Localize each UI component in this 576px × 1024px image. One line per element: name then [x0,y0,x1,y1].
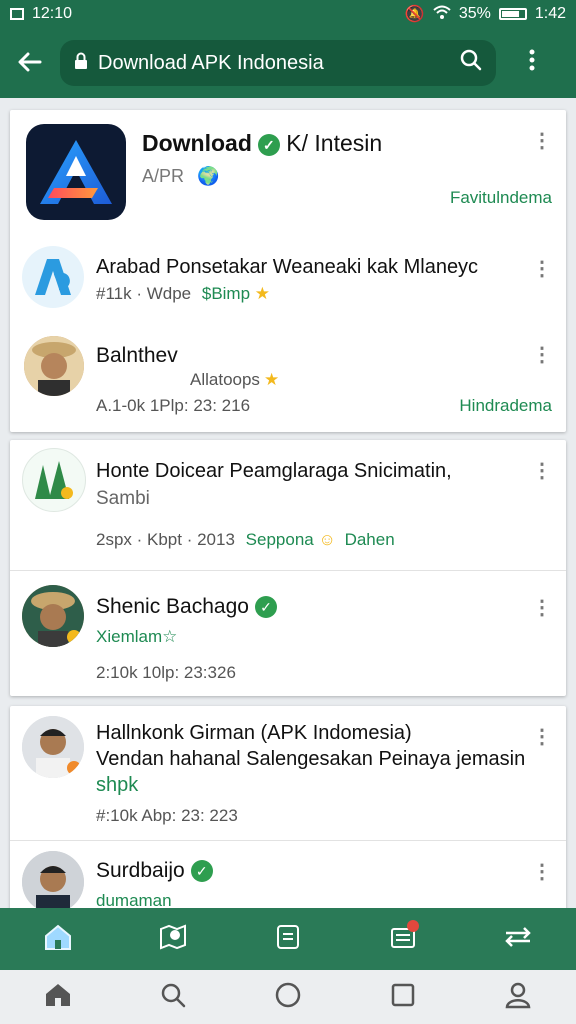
star-icon: ☆ [162,627,178,646]
system-navigation [0,970,576,1024]
app-logo [26,124,126,220]
overflow-menu-icon[interactable] [496,49,568,78]
more-options-icon[interactable]: ⋮ [532,859,554,884]
smile-icon: ☺ [318,530,336,549]
item-avatar [22,246,84,308]
nav-explore[interactable] [143,916,203,962]
item-subtitle: Xiemlam☆ [96,627,178,646]
more-options-icon[interactable]: ⋮ [532,342,554,367]
star-icon: ★ [254,284,271,303]
results-card: Honte Doicear Peamglaraga Snicimatin, Sa… [10,440,566,696]
wifi-icon [433,5,451,24]
item-description: Vendan hahanal Salengesakan Peinaya jema… [96,748,526,770]
recents-icon[interactable] [390,982,416,1013]
status-time: 12:10 [32,5,73,22]
item-meta-right: Hindradema [459,396,552,415]
globe-icon: 🌍 [197,166,220,186]
list-item[interactable]: Surdbaijo ✓ dumaman ⋮ [10,840,566,916]
item-subtitle: Allatoops ★ [190,370,280,389]
app-bar: Download APK Indonesia [0,28,576,98]
map-pin-icon [158,923,188,956]
nav-switch[interactable] [488,916,548,962]
search-icon[interactable] [460,49,482,77]
more-options-icon[interactable]: ⋮ [532,724,554,749]
list-item[interactable]: Balnthev Allatoops ★ A.1-0k 1Plp: 23: 216… [10,320,566,432]
nav-downloads[interactable] [373,916,433,962]
list-item[interactable]: Download ✓ K/ Intesin A/PR 🌍 Favitulndema… [10,110,566,228]
item-tag: shpk [96,774,139,796]
nav-home[interactable] [28,916,88,962]
nav-library[interactable] [258,916,318,962]
item-title: Shenic Bachago ✓ [96,595,277,619]
list-item[interactable]: Honte Doicear Peamglaraga Snicimatin, Sa… [10,440,566,570]
item-meta: #:10k Abp: 23: 223 [96,806,238,825]
battery-icon [498,8,527,20]
search-icon[interactable] [160,982,186,1013]
item-meta: #11k · Wdpe $Bimp ★ [96,284,271,303]
list-item[interactable]: Hallnkonk Girman (APK Indomesia) Vendan … [10,706,566,840]
item-avatar [22,448,86,512]
results-card: Download ✓ K/ Intesin A/PR 🌍 Favitulndema… [10,110,566,432]
results-card: Hallnkonk Girman (APK Indomesia) Vendan … [10,706,566,916]
item-avatar [24,336,84,396]
mute-icon: 🔕 [404,6,425,23]
item-title: Hallnkonk Girman (APK Indomesia) [96,722,412,744]
item-meta: 2spx · Kbpt · 2013 Seppona ☺ Dahen [96,530,395,549]
list-item[interactable]: Shenic Bachago ✓ Xiemlam☆ 2:10k 10lp: 23:… [10,570,566,696]
page-title: Download APK Indonesia [98,51,324,74]
bottom-navigation [0,908,576,970]
verified-icon: ✓ [257,133,280,156]
more-options-icon[interactable]: ⋮ [532,128,554,153]
more-options-icon[interactable]: ⋮ [532,256,554,281]
image-notification-icon [10,8,24,20]
star-icon: ★ [263,370,280,389]
item-avatar [22,716,84,778]
status-clock: 1:42 [534,5,566,22]
battery-percent: 35% [458,5,491,22]
item-title: Balnthev [96,344,178,367]
item-title: Download ✓ K/ Intesin [142,130,383,156]
item-title: Arabad Ponsetakar Weaneaki kak Mlaneyc [96,256,479,278]
item-subtitle: Sambi [96,488,150,509]
profile-icon[interactable] [504,981,532,1014]
list-item[interactable]: Arabad Ponsetakar Weaneaki kak Mlaneyc #… [10,228,566,320]
swap-icon [502,923,534,956]
item-avatar [22,585,84,647]
item-title: Honte Doicear Peamglaraga Snicimatin, [96,460,452,482]
lock-icon [74,52,88,75]
back-arrow-icon[interactable] [0,47,60,79]
item-title: Surdbaijo ✓ [96,859,213,883]
item-meta: A.1-0k 1Plp: 23: 216 [96,396,251,415]
more-options-icon[interactable]: ⋮ [532,458,554,483]
item-meta-right: Favitulndema [449,188,552,207]
status-bar: 12:10 🔕 35% 1:42 [0,0,576,28]
item-avatar [22,851,84,913]
address-bar[interactable]: Download APK Indonesia [60,40,496,86]
document-icon [274,923,302,956]
verified-icon: ✓ [254,596,277,619]
home-icon[interactable] [44,982,72,1013]
item-subtitle: A/PR 🌍 [142,166,220,186]
home-icon [43,923,73,956]
item-meta: 2:10k 10lp: 23:326 [96,663,236,682]
verified-icon: ✓ [190,860,213,883]
more-options-icon[interactable]: ⋮ [532,595,554,620]
circle-home-icon[interactable] [274,981,302,1014]
